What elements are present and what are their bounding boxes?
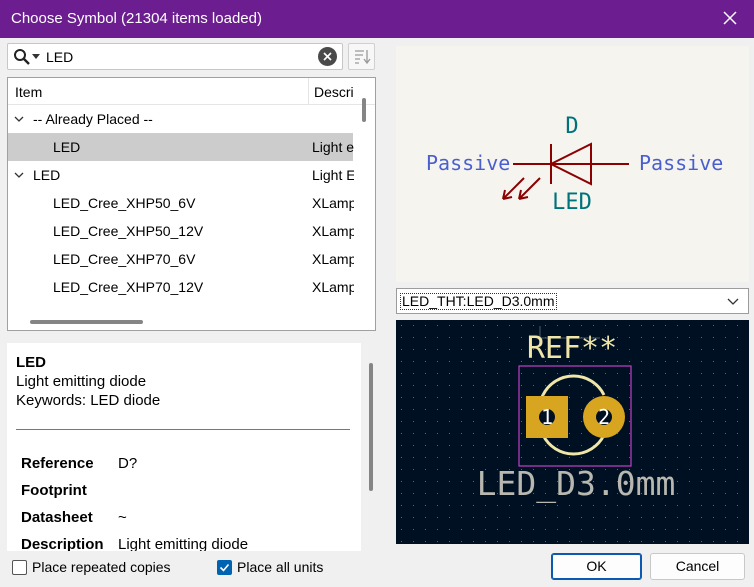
property-label: Datasheet [21,509,93,526]
cancel-button[interactable]: Cancel [650,553,745,580]
detail-description: Light emitting diode [16,373,147,390]
tree-row[interactable]: LED_Cree_XHP50_6V XLamp [8,189,354,217]
close-icon[interactable] [720,8,740,28]
expand-chevron-icon[interactable] [14,170,24,180]
tree-item-desc: XLamp [312,195,354,211]
search-menu-caret-icon[interactable] [32,54,40,59]
tree-row[interactable]: -- Already Placed -- [8,105,353,133]
led-symbol-graphic: D LED Passive Passive [426,114,723,215]
tree-row[interactable]: LED_Cree_XHP50_12V XLamp [8,217,354,245]
search-input[interactable] [46,47,306,67]
property-value: ~ [118,509,127,526]
tree-item-name: LED_Cree_XHP70_6V [53,251,196,267]
property-label: Description [21,536,104,551]
symbol-ref-label: D [565,114,578,139]
tree-item-desc: XLamp [312,223,354,239]
column-header-description[interactable]: Description [314,84,354,100]
detail-keywords: Keywords: LED diode [16,392,161,409]
pin-label-left: Passive [426,151,510,175]
symbol-tree: Item Description -- Already Placed -- LE… [7,77,376,331]
tree-row[interactable]: LED_Cree_XHP70_6V XLamp [8,245,354,273]
tree-row[interactable]: LED Light Emitting Diode [8,161,354,189]
details-panel: LED Light emitting diode Keywords: LED d… [7,343,361,551]
place-all-units-label: Place all units [237,559,324,575]
tree-item-name: LED_Cree_XHP50_6V [53,195,196,211]
tree-item-desc: XLamp [312,251,354,267]
tree-item-desc: Light emitting diode [312,139,354,155]
sort-button[interactable] [348,43,375,70]
search-icon[interactable] [13,48,31,66]
property-label: Reference [21,455,94,472]
clear-search-icon[interactable] [318,47,337,66]
title-bar: Choose Symbol (21304 items loaded) [0,0,754,38]
checkmark-icon [219,563,230,572]
tree-item-name: LED [53,139,81,155]
detail-symbol-name: LED [16,354,46,371]
column-header-item[interactable]: Item [15,84,42,100]
expand-chevron-icon[interactable] [14,114,24,124]
property-value: Light emitting diode [118,536,249,551]
chevron-down-icon[interactable] [727,296,739,306]
tree-row[interactable]: LED Light emitting diode [8,133,354,161]
dialog-body: Item Description -- Already Placed -- LE… [0,38,754,587]
tree-item-name: LED_Cree_XHP50_12V [53,223,204,239]
sort-icon [355,50,371,65]
tree-horizontal-scrollbar[interactable] [30,320,143,324]
footprint-canvas: REF** 1 2 LED_D3.0mm [396,320,749,544]
tree-row[interactable]: LED_Cree_XHP70_12V XLamp [8,273,354,301]
checkbox-unchecked[interactable] [12,560,27,575]
tree-item-desc: XLamp [312,279,354,295]
pin-label-right: Passive [639,151,723,175]
footprint-ref-text: REF** [527,331,617,366]
tree-item-desc: Light Emitting Diode [312,167,354,183]
symbol-preview: D LED Passive Passive [396,46,749,282]
tree-item-name: LED [33,167,61,183]
property-label: Footprint [21,482,87,499]
detail-divider [16,429,350,430]
tree-item-name: -- Already Placed -- [33,111,153,127]
footprint-preview: REF** 1 2 LED_D3.0mm [396,320,749,544]
footprint-dropdown[interactable]: LED_THT:LED_D3.0mm [396,288,749,314]
window-title: Choose Symbol (21304 items loaded) [11,10,262,27]
pad-1-label: 1 [541,405,553,429]
footprint-selected-value: LED_THT:LED_D3.0mm [400,293,557,310]
tree-header: Item Description [8,78,375,105]
tree-vertical-scrollbar[interactable] [362,98,366,122]
place-repeated-label: Place repeated copies [32,559,171,575]
ok-button[interactable]: OK [551,553,642,580]
column-separator[interactable] [308,78,309,105]
tree-item-name: LED_Cree_XHP70_12V [53,279,204,295]
pad-2-label: 2 [598,405,610,429]
property-value: D? [118,455,138,472]
details-scrollbar[interactable] [369,363,373,491]
symbol-value-label: LED [552,190,592,215]
checkbox-checked[interactable] [217,560,232,575]
footprint-value-text: LED_D3.0mm [477,464,676,504]
search-box [7,43,343,70]
